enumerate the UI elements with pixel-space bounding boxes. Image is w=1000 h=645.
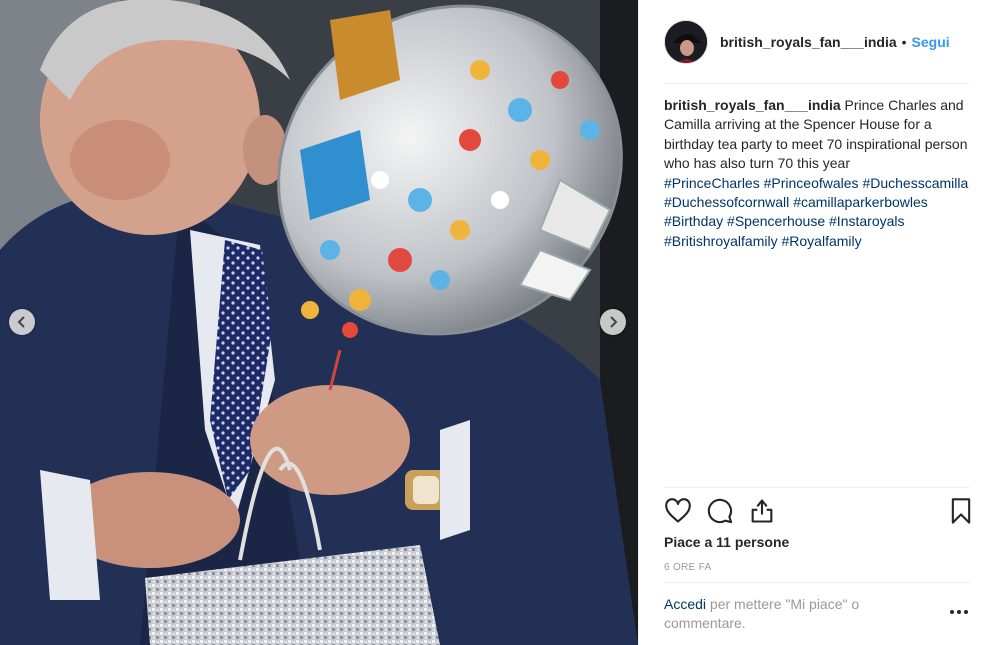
action-bar <box>664 497 974 527</box>
more-options-button[interactable] <box>947 600 971 624</box>
follow-button[interactable]: Segui <box>912 34 950 50</box>
share-button[interactable] <box>748 497 778 527</box>
hashtag-link[interactable]: #Instaroyals <box>829 213 904 229</box>
hashtag-link[interactable]: #camillaparkerbowles <box>793 194 928 210</box>
comment-divider <box>664 582 970 583</box>
chevron-left-icon <box>17 316 25 328</box>
photo-illustration <box>0 0 638 645</box>
hashtag-link[interactable]: #Duchessofcornwall <box>664 194 789 210</box>
caption-username-link[interactable]: british_royals_fan___india <box>664 97 841 113</box>
bookmark-icon <box>951 498 971 524</box>
post-header: british_royals_fan___india • Segui <box>639 0 1000 84</box>
hashtag-link[interactable]: #PrinceCharles <box>664 175 760 191</box>
post-photo[interactable] <box>0 0 638 645</box>
avatar[interactable] <box>664 20 708 64</box>
instagram-post: british_royals_fan___india • Segui briti… <box>0 0 1000 645</box>
hashtag-link[interactable]: #Birthday <box>664 213 723 229</box>
heart-icon <box>665 498 691 523</box>
actions-divider <box>664 487 970 488</box>
hashtag-link[interactable]: #Spencerhouse <box>727 213 825 229</box>
share-upload-icon <box>751 499 773 523</box>
like-button[interactable] <box>664 497 694 527</box>
avatar-image <box>665 21 707 63</box>
header-divider <box>664 83 970 84</box>
carousel-next-button[interactable] <box>600 309 626 335</box>
carousel-prev-button[interactable] <box>9 309 35 335</box>
post-timestamp[interactable]: 6 ORE FA <box>664 562 711 573</box>
header-separator: • <box>901 34 907 50</box>
hashtag-link[interactable]: #Princeofwales <box>764 175 859 191</box>
post-caption: british_royals_fan___india Prince Charle… <box>664 96 974 251</box>
hashtag-link[interactable]: #Duchesscamilla <box>862 175 968 191</box>
comment-login-prompt: Accedi per mettere "Mi piace" o commenta… <box>664 595 914 633</box>
post-sidebar: british_royals_fan___india • Segui briti… <box>638 0 1000 645</box>
hashtag-link[interactable]: #Royalfamily <box>781 233 861 249</box>
comment-bubble-icon <box>707 498 733 524</box>
hashtag-link[interactable]: #Britishroyalfamily <box>664 233 778 249</box>
likes-count[interactable]: Piace a 11 persone <box>664 534 789 550</box>
chevron-right-icon <box>610 316 618 328</box>
login-link[interactable]: Accedi <box>664 596 706 612</box>
comment-button[interactable] <box>706 497 736 527</box>
save-button[interactable] <box>947 497 977 527</box>
header-username-link[interactable]: british_royals_fan___india <box>720 34 897 50</box>
more-options-icon <box>950 610 968 614</box>
